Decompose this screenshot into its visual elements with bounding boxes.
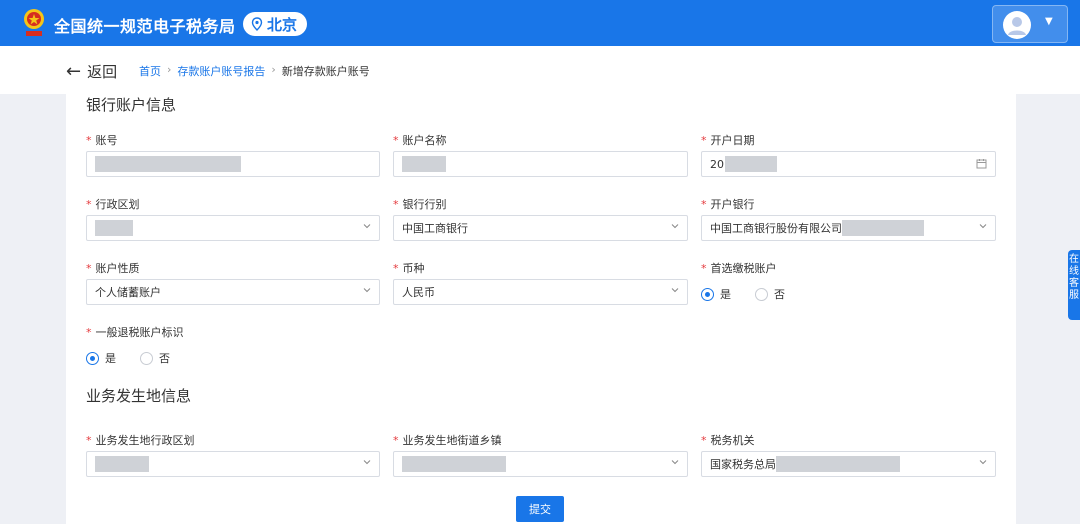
- label-account-no: * 账号: [86, 134, 118, 147]
- open-bank-value: 中国工商银行股份有限公司: [710, 222, 842, 235]
- radio-yes-label: 是: [720, 288, 731, 301]
- masked-value: [725, 156, 777, 172]
- city-selector[interactable]: 北京: [243, 12, 308, 36]
- radio-no[interactable]: [140, 351, 153, 365]
- chevron-down-icon: [363, 224, 371, 229]
- label-bank-type: * 银行行别: [393, 198, 447, 211]
- chevron-right-icon: ›: [167, 63, 172, 76]
- user-icon: [1008, 17, 1026, 35]
- caret-down-icon: ▼: [1045, 16, 1053, 27]
- app-title: 全国统一规范电子税务局: [54, 17, 236, 36]
- biz-street-select[interactable]: [393, 451, 688, 477]
- city-label: 北京: [267, 15, 298, 34]
- label-currency: * 币种: [393, 262, 425, 275]
- chevron-down-icon: [671, 224, 679, 229]
- radio-no-label: 否: [159, 352, 170, 365]
- submit-button[interactable]: 提交: [516, 496, 564, 522]
- radio-yes-label: 是: [105, 352, 116, 365]
- back-button[interactable]: ← 返回: [66, 61, 117, 82]
- label-admin-region: * 行政区划: [86, 198, 140, 211]
- preferred-tax-account-radio-group: 是 否: [701, 286, 785, 302]
- masked-value: [402, 456, 506, 472]
- tax-emblem-icon: [24, 9, 44, 36]
- radio-yes[interactable]: [86, 351, 99, 365]
- masked-value: [95, 220, 133, 236]
- online-service-tab[interactable]: 在线客服: [1068, 250, 1080, 320]
- masked-value: [95, 156, 241, 172]
- radio-yes[interactable]: [701, 287, 714, 301]
- label-open-bank: * 开户银行: [701, 198, 755, 211]
- chevron-down-icon: [671, 460, 679, 465]
- chevron-down-icon: [671, 288, 679, 293]
- label-biz-admin-region: * 业务发生地行政区划: [86, 434, 195, 447]
- breadcrumb: 首页 › 存款账户账号报告 › 新增存款账户账号: [139, 63, 370, 79]
- admin-region-select[interactable]: [86, 215, 380, 241]
- chevron-down-icon: [363, 288, 371, 293]
- label-open-date: * 开户日期: [701, 134, 755, 147]
- user-menu[interactable]: ▼: [992, 5, 1068, 43]
- masked-value: [402, 156, 446, 172]
- location-pin-icon: [251, 17, 263, 31]
- label-preferred-tax-account: * 首选缴税账户: [701, 262, 777, 275]
- breadcrumb-current: 新增存款账户账号: [281, 65, 370, 78]
- chevron-down-icon: [979, 460, 987, 465]
- masked-value: [842, 220, 924, 236]
- bank-type-select[interactable]: 中国工商银行: [393, 215, 688, 241]
- account-no-input[interactable]: [86, 151, 380, 177]
- sub-nav-bar: ← 返回 首页 › 存款账户账号报告 › 新增存款账户账号: [0, 46, 1080, 94]
- masked-value: [95, 456, 149, 472]
- back-label: 返回: [87, 63, 118, 81]
- bank-type-value: 中国工商银行: [402, 222, 468, 235]
- label-tax-authority: * 税务机关: [701, 434, 755, 447]
- radio-no-label: 否: [774, 288, 785, 301]
- chevron-down-icon: [979, 224, 987, 229]
- avatar: [1003, 11, 1031, 39]
- account-nature-value: 个人储蓄账户: [95, 286, 161, 299]
- open-date-value: 20: [710, 157, 724, 171]
- chevron-down-icon: [363, 460, 371, 465]
- label-refund-account-flag: * 一般退税账户标识: [86, 326, 184, 339]
- radio-no[interactable]: [755, 287, 768, 301]
- form-panel: 银行账户信息 * 账号 * 账户名称 * 开户日期 20 * 行政区划 * 银行行别 中国…: [66, 94, 1016, 524]
- refund-account-flag-radio-group: 是 否: [86, 350, 170, 366]
- tax-authority-value: 国家税务总局: [710, 458, 776, 471]
- open-bank-select[interactable]: 中国工商银行股份有限公司: [701, 215, 996, 241]
- breadcrumb-home[interactable]: 首页: [139, 63, 161, 79]
- currency-select[interactable]: 人民币: [393, 279, 688, 305]
- section-title-business-location: 业务发生地信息: [86, 387, 192, 405]
- biz-admin-region-select[interactable]: [86, 451, 380, 477]
- chevron-right-icon: ›: [271, 63, 276, 76]
- account-nature-select[interactable]: 个人储蓄账户: [86, 279, 380, 305]
- calendar-icon: [976, 159, 987, 169]
- currency-value: 人民币: [402, 286, 435, 299]
- top-bar: 全国统一规范电子税务局 北京 ▼: [0, 0, 1080, 46]
- label-account-nature: * 账户性质: [86, 262, 140, 275]
- open-date-input[interactable]: 20: [701, 151, 996, 177]
- label-account-name: * 账户名称: [393, 134, 447, 147]
- section-title-bank-info: 银行账户信息: [86, 96, 177, 114]
- tax-authority-select[interactable]: 国家税务总局: [701, 451, 996, 477]
- masked-value: [776, 456, 900, 472]
- label-biz-street: * 业务发生地街道乡镇: [393, 434, 502, 447]
- breadcrumb-report[interactable]: 存款账户账号报告: [177, 63, 265, 79]
- account-name-input[interactable]: [393, 151, 688, 177]
- arrow-left-icon: ←: [66, 60, 82, 82]
